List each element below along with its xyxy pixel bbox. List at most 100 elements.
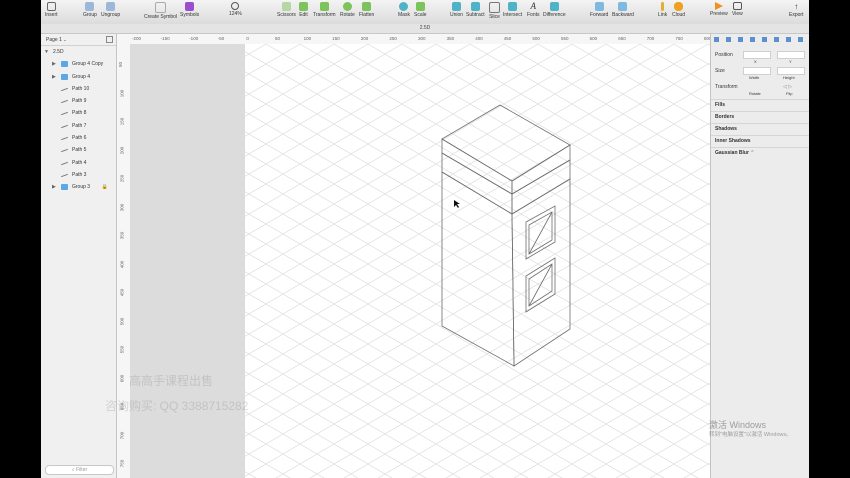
fonts-button[interactable]: A Fonts — [527, 2, 540, 19]
layer-label: Path 8 — [72, 110, 87, 117]
layer-row[interactable]: Path 10 — [41, 83, 116, 95]
vruler-tick: 550 — [119, 345, 125, 354]
disclosure-collapsed-icon[interactable]: ▶ — [52, 71, 56, 83]
mask-button[interactable]: Mask — [398, 2, 410, 18]
vruler-tick: 600 — [119, 374, 125, 382]
rotate-button[interactable]: Rotate — [340, 2, 355, 18]
y-field[interactable] — [777, 51, 805, 59]
x-label: X — [754, 59, 757, 64]
disclosure-collapsed-icon[interactable]: ▶ — [52, 58, 56, 70]
layer-row[interactable]: Path 7 — [41, 120, 116, 132]
layer-label: Path 6 — [72, 135, 87, 142]
vruler-tick: 150 — [119, 117, 125, 126]
flatten-button[interactable]: Flatten — [359, 2, 374, 18]
flip-icon[interactable]: ◁ ▷ — [783, 84, 792, 90]
layer-label: Path 10 — [72, 85, 90, 92]
insert-button[interactable]: Insert — [45, 2, 58, 18]
width-label: Width — [749, 75, 760, 80]
disclosure-collapsed-icon[interactable]: ▶ — [52, 181, 56, 193]
export-button[interactable]: ↑ Export — [789, 2, 803, 18]
shadows-section[interactable]: Shadows — [711, 123, 809, 134]
export-icon: ↑ — [794, 2, 799, 11]
filter-input[interactable]: ⌕ Filter — [45, 465, 114, 475]
difference-button[interactable]: Difference — [543, 2, 566, 18]
gaussian-blur-section[interactable]: Gaussian Blur ⌃ — [711, 147, 809, 158]
layer-label: Path 5 — [72, 147, 87, 154]
lock-icon[interactable]: 🔒 — [102, 181, 108, 193]
layer-row[interactable]: Path 6 — [41, 132, 116, 144]
path-icon — [61, 149, 68, 153]
scale-button[interactable]: Scale — [414, 2, 427, 18]
layer-label: Path 9 — [72, 98, 87, 105]
scissors-button[interactable]: Scissors — [277, 2, 296, 18]
sketch-window: Insert Group Ungroup Create Symbol Symbo… — [41, 0, 809, 478]
scale-icon — [415, 2, 425, 11]
vruler-tick: 400 — [119, 260, 125, 268]
group-button[interactable]: Group — [83, 2, 97, 18]
layer-row[interactable]: Path 4 — [41, 157, 116, 169]
layer-row[interactable]: Path 9 — [41, 95, 116, 107]
vruler-tick: 50 — [118, 61, 124, 68]
x-field[interactable] — [743, 51, 771, 59]
layer-row[interactable]: ▶ Group 4 Copy — [41, 58, 116, 70]
layer-row[interactable]: Path 8 — [41, 107, 116, 119]
layer-row[interactable]: ▶ Group 3 🔒 — [41, 181, 116, 193]
width-field[interactable] — [743, 67, 771, 75]
layer-row[interactable]: ▼ 2.5D — [41, 46, 116, 58]
fills-section[interactable]: Fills — [711, 99, 809, 110]
distribute-horizontal-icon[interactable] — [786, 37, 791, 42]
ungroup-button[interactable]: Ungroup — [101, 2, 120, 18]
disclosure-expanded-icon[interactable]: ▼ — [44, 46, 49, 58]
position-label: Position — [715, 52, 733, 58]
vruler-tick: 750 — [119, 459, 125, 468]
add-page-icon[interactable] — [106, 36, 113, 43]
align-center-icon[interactable] — [726, 37, 731, 42]
create-symbol-button[interactable]: Create Symbol — [144, 2, 177, 20]
gaussian-blur-label: Gaussian Blur — [715, 150, 749, 156]
layer-row[interactable]: ▶ Group 4 — [41, 71, 116, 83]
size-label: Size — [715, 68, 725, 74]
path-icon — [61, 87, 68, 92]
hruler-tick: -100 — [189, 36, 199, 41]
edit-button[interactable]: Edit — [299, 2, 308, 18]
borders-section[interactable]: Borders — [711, 111, 809, 122]
slice-button[interactable]: Slice — [489, 2, 500, 20]
symbols-button[interactable]: Symbols — [180, 2, 199, 18]
union-button[interactable]: Union — [450, 2, 463, 18]
transform-button[interactable]: Transform — [313, 2, 336, 18]
align-middle-icon[interactable] — [762, 37, 767, 42]
forward-button[interactable]: Forward — [590, 2, 608, 18]
cloud-button[interactable]: Cloud — [672, 2, 685, 18]
align-right-icon[interactable] — [738, 37, 743, 42]
align-bottom-icon[interactable] — [774, 37, 779, 42]
layer-row[interactable]: Path 5 — [41, 144, 116, 156]
hruler-tick: -150 — [160, 36, 170, 41]
backward-button[interactable]: Backward — [612, 2, 634, 18]
align-left-icon[interactable] — [714, 37, 719, 42]
hruler-tick: 300 — [418, 36, 426, 41]
inner-shadows-section[interactable]: Inner Shadows — [711, 135, 809, 146]
hruler-tick: 150 — [332, 36, 340, 41]
intersect-button[interactable]: Intersect — [503, 2, 522, 18]
link-icon — [661, 2, 665, 11]
plus-icon — [46, 2, 56, 11]
ungroup-icon — [106, 2, 116, 11]
vruler-tick: 350 — [119, 231, 125, 240]
page-selector[interactable]: Page 1 ⌄ — [41, 34, 116, 46]
distribute-vertical-icon[interactable] — [798, 37, 803, 42]
link-button[interactable]: Link — [658, 2, 667, 18]
subtract-icon — [470, 2, 480, 11]
zoom-control[interactable]: 124% — [229, 2, 242, 17]
vruler-tick: 500 — [119, 317, 125, 325]
preview-button[interactable]: Preview — [710, 2, 728, 17]
vruler-tick: 300 — [119, 203, 125, 211]
path-icon — [61, 124, 68, 128]
height-field[interactable] — [777, 67, 805, 75]
folder-icon — [61, 184, 68, 191]
align-top-icon[interactable] — [750, 37, 755, 42]
subtract-button[interactable]: Subtract — [466, 2, 485, 18]
view-button[interactable]: View — [732, 2, 743, 17]
y-label: Y — [789, 59, 792, 64]
hruler-tick: 0 — [246, 36, 249, 41]
layer-row[interactable]: Path 3 — [41, 169, 116, 181]
